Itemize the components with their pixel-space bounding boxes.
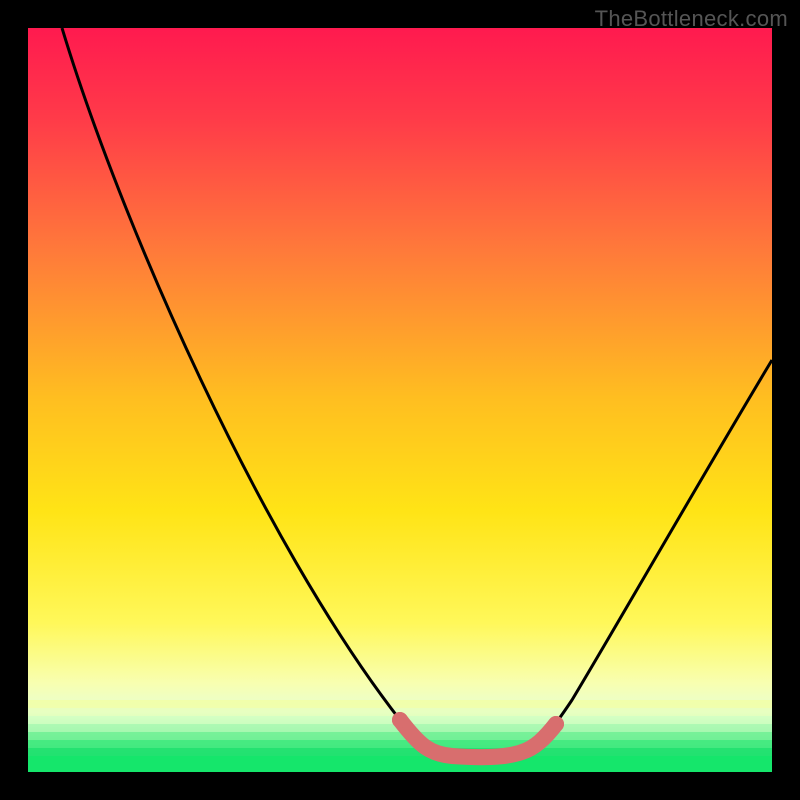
bottom-frame — [0, 772, 800, 800]
banding — [28, 700, 772, 772]
chart-container: TheBottleneck.com — [0, 0, 800, 800]
left-frame — [0, 0, 28, 800]
watermark-text: TheBottleneck.com — [595, 6, 788, 32]
plot-area — [28, 28, 772, 772]
bottleneck-chart — [0, 0, 800, 800]
right-frame — [772, 0, 800, 800]
